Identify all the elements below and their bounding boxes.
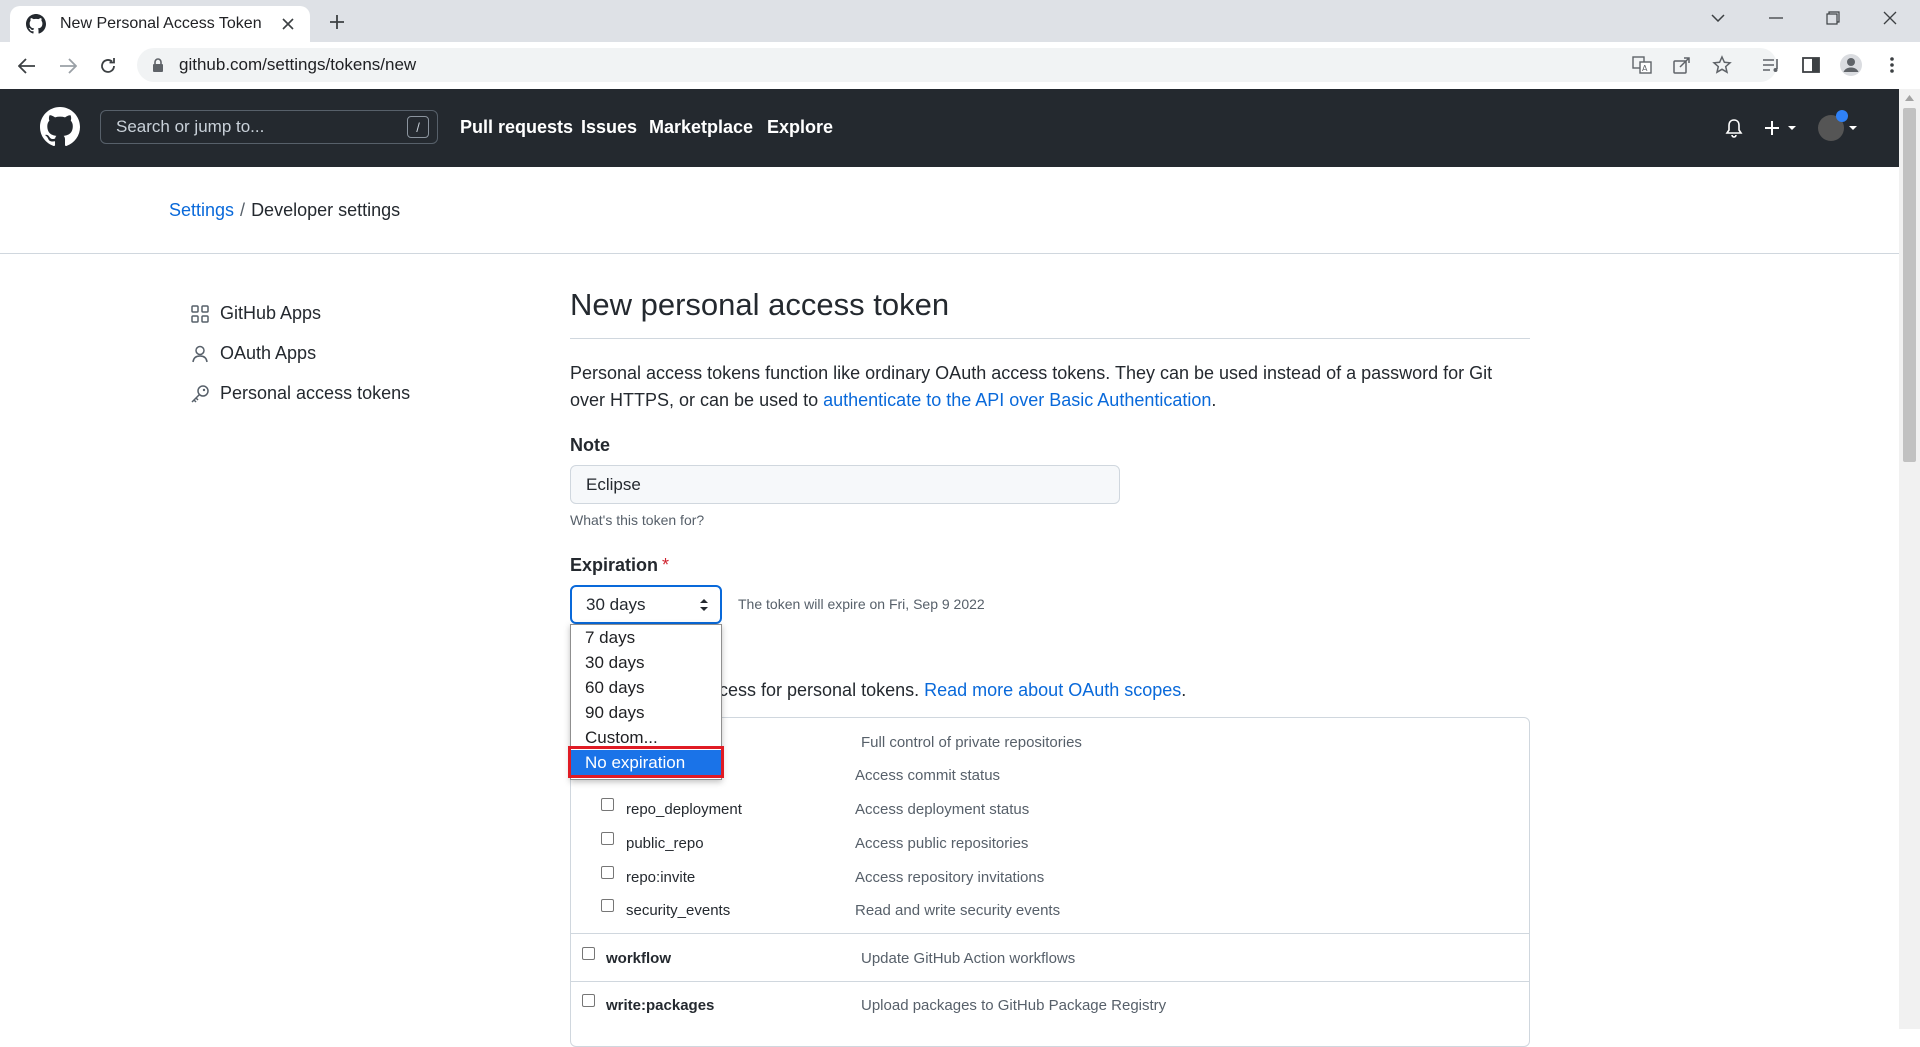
notifications-bell-icon[interactable] bbox=[1722, 116, 1746, 140]
tab-title: New Personal Access Token bbox=[60, 15, 262, 32]
scopes-end: . bbox=[1181, 680, 1187, 700]
share-icon[interactable] bbox=[1670, 53, 1694, 77]
scrollbar-thumb[interactable] bbox=[1903, 108, 1916, 462]
annotation-highlight-box bbox=[568, 746, 724, 778]
key-icon bbox=[190, 384, 210, 404]
scope-name-write-packages: write:packages bbox=[606, 997, 715, 1014]
title-divider bbox=[570, 338, 1530, 339]
scope-desc-repo: Full control of private repositories bbox=[861, 734, 1082, 751]
bookmark-star-icon[interactable] bbox=[1710, 53, 1734, 77]
browser-tabstrip: New Personal Access Token bbox=[0, 0, 1920, 42]
sidebar-item-label: OAuth Apps bbox=[220, 343, 317, 363]
address-bar[interactable]: github.com/settings/tokens/new bbox=[137, 48, 1777, 82]
sidebar-item-personal-access-tokens[interactable]: Personal access tokens bbox=[190, 383, 410, 404]
option-60-days[interactable]: 60 days bbox=[571, 675, 721, 700]
scroll-up-arrow-icon[interactable] bbox=[1903, 93, 1916, 103]
scope-divider bbox=[571, 933, 1529, 934]
oauth-scopes-link[interactable]: Read more about OAuth scopes bbox=[924, 680, 1181, 700]
browser-tab[interactable]: New Personal Access Token bbox=[10, 6, 310, 42]
scope-name-workflow: workflow bbox=[606, 950, 672, 967]
create-new-plus-icon[interactable] bbox=[1762, 116, 1802, 140]
scope-desc-public-repo: Access public repositories bbox=[855, 835, 1029, 852]
option-90-days[interactable]: 90 days bbox=[571, 700, 721, 725]
scope-name-public-repo: public_repo bbox=[626, 835, 704, 852]
browser-menu-icon[interactable] bbox=[1880, 53, 1904, 77]
breadcrumb-bar: Settings / Developer settings bbox=[0, 167, 1899, 254]
nav-issues[interactable]: Issues bbox=[581, 117, 637, 138]
new-tab-icon[interactable] bbox=[325, 10, 349, 34]
apps-icon bbox=[190, 304, 210, 324]
reload-icon[interactable] bbox=[95, 53, 121, 79]
note-hint: What's this token for? bbox=[570, 512, 705, 528]
option-30-days[interactable]: 30 days bbox=[571, 650, 721, 675]
scope-name-repo-invite: repo:invite bbox=[626, 869, 696, 886]
tab-search-chevron-icon[interactable] bbox=[1706, 6, 1730, 30]
restore-icon[interactable] bbox=[1821, 6, 1845, 30]
back-icon[interactable] bbox=[14, 53, 40, 79]
browser-toolbar: github.com/settings/tokens/new A bbox=[0, 42, 1920, 90]
github-header: Search or jump to... / Pull requests Iss… bbox=[0, 89, 1899, 167]
note-label: Note bbox=[570, 435, 610, 455]
intro-paragraph: Personal access tokens function like ord… bbox=[570, 360, 1530, 414]
scope-desc-security-events: Read and write security events bbox=[855, 902, 1061, 919]
scope-checkbox-repo-deployment[interactable] bbox=[601, 798, 614, 811]
nav-explore[interactable]: Explore bbox=[767, 117, 833, 138]
sidebar-item-oauth-apps[interactable]: OAuth Apps bbox=[190, 343, 316, 364]
select-arrows-icon bbox=[698, 598, 710, 612]
search-shortcut-key: / bbox=[407, 116, 429, 138]
scope-name-repo-deployment: repo_deployment bbox=[626, 801, 742, 818]
search-input[interactable]: Search or jump to... / bbox=[100, 110, 438, 144]
nav-pull-requests[interactable]: Pull requests bbox=[460, 117, 573, 138]
breadcrumb-current: Developer settings bbox=[251, 200, 401, 220]
sidebar-item-label: Personal access tokens bbox=[220, 383, 411, 403]
forward-icon[interactable] bbox=[55, 53, 81, 79]
required-asterisk: * bbox=[662, 555, 670, 575]
minimize-icon[interactable] bbox=[1764, 6, 1788, 30]
breadcrumb: Settings / Developer settings bbox=[169, 200, 400, 221]
expiration-label: Expiration bbox=[570, 555, 659, 575]
nav-marketplace[interactable]: Marketplace bbox=[649, 117, 753, 138]
avatar-chevron-down-icon[interactable] bbox=[1846, 116, 1860, 140]
scope-checkbox-public-repo[interactable] bbox=[601, 832, 614, 845]
scope-checkbox-security-events[interactable] bbox=[601, 899, 614, 912]
side-panel-icon[interactable] bbox=[1799, 53, 1823, 77]
github-logo-icon[interactable] bbox=[40, 107, 80, 147]
profile-icon[interactable] bbox=[1839, 53, 1863, 77]
scope-desc-repo-status: Access commit status bbox=[855, 767, 1001, 784]
page-title: New personal access token bbox=[570, 287, 950, 322]
url-text: github.com/settings/tokens/new bbox=[179, 55, 417, 74]
svg-text:A: A bbox=[1642, 64, 1648, 73]
scopes-text: ccess for personal tokens. bbox=[710, 680, 925, 700]
expiration-select[interactable]: 30 days bbox=[570, 585, 722, 624]
expiration-note: The token will expire on Fri, Sep 9 2022 bbox=[738, 596, 985, 612]
scope-divider bbox=[571, 981, 1529, 982]
person-icon bbox=[190, 344, 210, 364]
window-close-icon[interactable] bbox=[1878, 6, 1902, 30]
tab-close-icon[interactable] bbox=[280, 16, 296, 32]
scope-desc-repo-invite: Access repository invitations bbox=[855, 869, 1045, 886]
basic-auth-link[interactable]: authenticate to the API over Basic Authe… bbox=[823, 390, 1211, 410]
reading-list-icon[interactable] bbox=[1759, 53, 1783, 77]
breadcrumb-separator: / bbox=[240, 200, 246, 220]
scope-desc-repo-deployment: Access deployment status bbox=[855, 801, 1030, 818]
translate-icon[interactable]: A bbox=[1630, 53, 1654, 77]
option-7-days[interactable]: 7 days bbox=[571, 625, 721, 650]
note-field[interactable] bbox=[570, 465, 1120, 504]
search-placeholder: Search or jump to... bbox=[116, 117, 265, 136]
sidebar-item-label: GitHub Apps bbox=[220, 303, 322, 323]
expiration-selected-value: 30 days bbox=[586, 594, 646, 614]
lock-icon bbox=[153, 58, 163, 72]
scope-checkbox-workflow[interactable] bbox=[582, 947, 595, 960]
scope-desc-write-packages: Upload packages to GitHub Package Regist… bbox=[861, 997, 1167, 1014]
scope-checkbox-write-packages[interactable] bbox=[582, 994, 595, 1007]
breadcrumb-settings-link[interactable]: Settings bbox=[169, 200, 234, 220]
scopes-description: ccess for personal tokens. Read more abo… bbox=[710, 680, 1186, 701]
scope-desc-workflow: Update GitHub Action workflows bbox=[861, 950, 1076, 967]
scope-checkbox-repo-invite[interactable] bbox=[601, 866, 614, 879]
expiration-label-wrap: Expiration * bbox=[570, 555, 669, 576]
github-favicon-icon bbox=[26, 14, 46, 34]
sidebar-item-github-apps[interactable]: GitHub Apps bbox=[190, 303, 321, 324]
intro-end: . bbox=[1211, 390, 1217, 410]
scope-name-security-events: security_events bbox=[626, 902, 731, 919]
